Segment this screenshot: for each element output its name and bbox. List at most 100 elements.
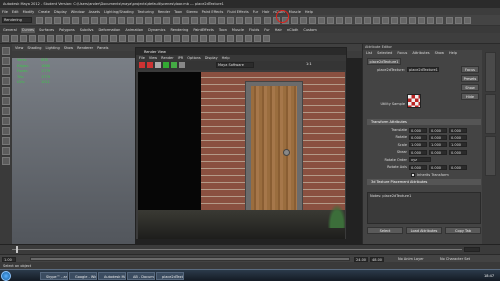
status-tool-icon[interactable] — [190, 17, 198, 24]
shelf-tool-icon[interactable] — [218, 35, 225, 42]
shelf-tool-icon[interactable] — [164, 35, 171, 42]
node-name-field[interactable]: place2dTexture1 — [407, 67, 439, 72]
status-tool-icon[interactable] — [309, 17, 316, 24]
attr-field[interactable]: 1.000 — [429, 142, 447, 148]
status-tool-icon[interactable] — [108, 17, 116, 24]
status-tool-icon[interactable] — [436, 17, 444, 24]
attr-field[interactable]: 0.000 — [409, 149, 427, 155]
attr-copy-tab-button[interactable]: Copy Tab — [445, 227, 481, 234]
shelf-tool-icon[interactable] — [128, 35, 135, 42]
status-tool-icon[interactable] — [145, 17, 153, 24]
status-tool-icon[interactable] — [236, 17, 244, 24]
attr-field[interactable]: 0.000 — [409, 164, 427, 170]
attr-field[interactable]: 0.000 — [449, 127, 467, 133]
render-view-title-bar[interactable]: Render View — [136, 48, 346, 55]
shelf-tool-icon[interactable] — [119, 35, 126, 42]
attribute-menu-help[interactable]: Help — [449, 51, 457, 56]
status-tool-icon[interactable] — [427, 17, 435, 24]
time-slider[interactable] — [0, 244, 500, 254]
status-tool-icon[interactable] — [318, 17, 326, 24]
status-tool-icon[interactable] — [45, 17, 53, 24]
status-tool-icon[interactable] — [336, 17, 344, 24]
attribute-menu-attributes[interactable]: Attributes — [412, 51, 429, 56]
shelf-tool-icon[interactable] — [236, 35, 243, 42]
taskbar-item[interactable]: place2dTexture — [156, 272, 184, 280]
attr-select-button[interactable]: Select — [367, 227, 403, 234]
status-tool-icon[interactable] — [199, 17, 207, 24]
shelf-tool-icon[interactable] — [38, 35, 45, 42]
shelf-tool-icon[interactable] — [56, 35, 63, 42]
status-tool-icon[interactable] — [463, 17, 471, 24]
status-tool-icon[interactable] — [254, 17, 262, 24]
status-tool-icon[interactable] — [409, 17, 417, 24]
status-tool-icon[interactable] — [218, 17, 225, 24]
status-tool-icon[interactable] — [136, 17, 144, 24]
status-tool-icon[interactable] — [290, 17, 298, 24]
presets-button[interactable]: Presets — [461, 75, 479, 82]
attr-field[interactable]: 1.000 — [449, 142, 467, 148]
status-tool-icon[interactable] — [345, 17, 353, 24]
status-tool-icon[interactable] — [36, 17, 43, 24]
toolbox-tool-icon[interactable] — [2, 157, 10, 165]
placement-attributes-section[interactable]: 3d Texture Placement Attributes — [367, 179, 481, 185]
renderer-dropdown[interactable]: Maya Software — [216, 62, 254, 68]
attribute-menu-focus[interactable]: Focus — [397, 51, 407, 56]
status-tool-icon[interactable] — [400, 17, 407, 24]
status-tool-icon[interactable] — [381, 17, 389, 24]
show-button[interactable]: Show — [461, 84, 479, 91]
attribute-menu-list[interactable]: List — [366, 51, 372, 56]
status-tool-icon[interactable] — [299, 17, 307, 24]
shelf-tool-icon[interactable] — [83, 35, 90, 42]
focus-button[interactable]: Focus — [461, 66, 479, 73]
toolbox-tool-icon[interactable] — [2, 147, 10, 155]
transform-attributes-section[interactable]: Transform Attributes — [367, 119, 481, 125]
status-tool-icon[interactable] — [363, 17, 371, 24]
inherits-transform-checkbox[interactable] — [411, 173, 415, 177]
status-tool-icon[interactable] — [372, 17, 380, 24]
status-tool-icon[interactable] — [263, 17, 271, 24]
toolbox-tool-icon[interactable] — [2, 47, 10, 55]
shelf-tool-icon[interactable] — [47, 35, 54, 42]
current-frame-marker[interactable] — [16, 246, 18, 253]
side-tab-tool-settings[interactable] — [485, 94, 496, 134]
status-tool-icon[interactable] — [54, 17, 62, 24]
shelf-tool-icon[interactable] — [209, 35, 216, 42]
anim-layer-dropdown[interactable]: No Anim Layer — [398, 257, 424, 261]
status-tool-icon[interactable] — [245, 17, 253, 24]
status-tool-icon[interactable] — [99, 17, 107, 24]
attr-field[interactable]: 0.000 — [429, 164, 447, 170]
character-set-dropdown[interactable]: No Character Set — [440, 257, 470, 261]
shelf-tool-icon[interactable] — [263, 35, 270, 42]
status-tool-icon[interactable] — [390, 17, 398, 24]
end-time-field[interactable]: 24.00 — [354, 256, 368, 262]
toolbox-tool-icon[interactable] — [2, 67, 10, 75]
start-button[interactable] — [1, 271, 11, 281]
status-tool-icon[interactable] — [154, 17, 162, 24]
range-end-field[interactable]: 48.00 — [370, 256, 384, 262]
shelf-tool-icon[interactable] — [146, 35, 153, 42]
taskbar-item[interactable]: Google - Windows... — [69, 272, 97, 280]
taskbar-item[interactable]: AB - Documents — [127, 272, 155, 280]
side-tab-channel-box[interactable] — [485, 136, 496, 176]
status-tool-icon[interactable] — [127, 17, 134, 24]
shelf-tool-icon[interactable] — [155, 35, 162, 42]
status-tool-icon[interactable] — [327, 17, 335, 24]
attr-load-attributes-button[interactable]: Load Attributes — [406, 227, 442, 234]
attr-field[interactable]: 0.000 — [449, 164, 467, 170]
notes-area[interactable]: Notes: place2dTexture1 — [367, 192, 481, 224]
shelf-tool-icon[interactable] — [182, 35, 189, 42]
toolbox-tool-icon[interactable] — [2, 107, 10, 115]
shelf-tool-icon[interactable] — [254, 35, 261, 42]
toolbox-tool-icon[interactable] — [2, 127, 10, 135]
attr-field[interactable]: 0.000 — [449, 134, 467, 140]
status-tool-icon[interactable] — [81, 17, 89, 24]
shelf-tool-icon[interactable] — [173, 35, 180, 42]
status-tool-icon[interactable] — [72, 17, 80, 24]
render-view-window[interactable]: Render View File View Render IPR Options Disp… — [135, 47, 347, 240]
attribute-menu-selected[interactable]: Selected — [377, 51, 392, 56]
shelf-tool-icon[interactable] — [2, 35, 9, 42]
shelf-tool-icon[interactable] — [11, 35, 18, 42]
status-tool-icon[interactable] — [63, 17, 71, 24]
attribute-menu-show[interactable]: Show — [435, 51, 444, 56]
shelf-tool-icon[interactable] — [74, 35, 81, 42]
